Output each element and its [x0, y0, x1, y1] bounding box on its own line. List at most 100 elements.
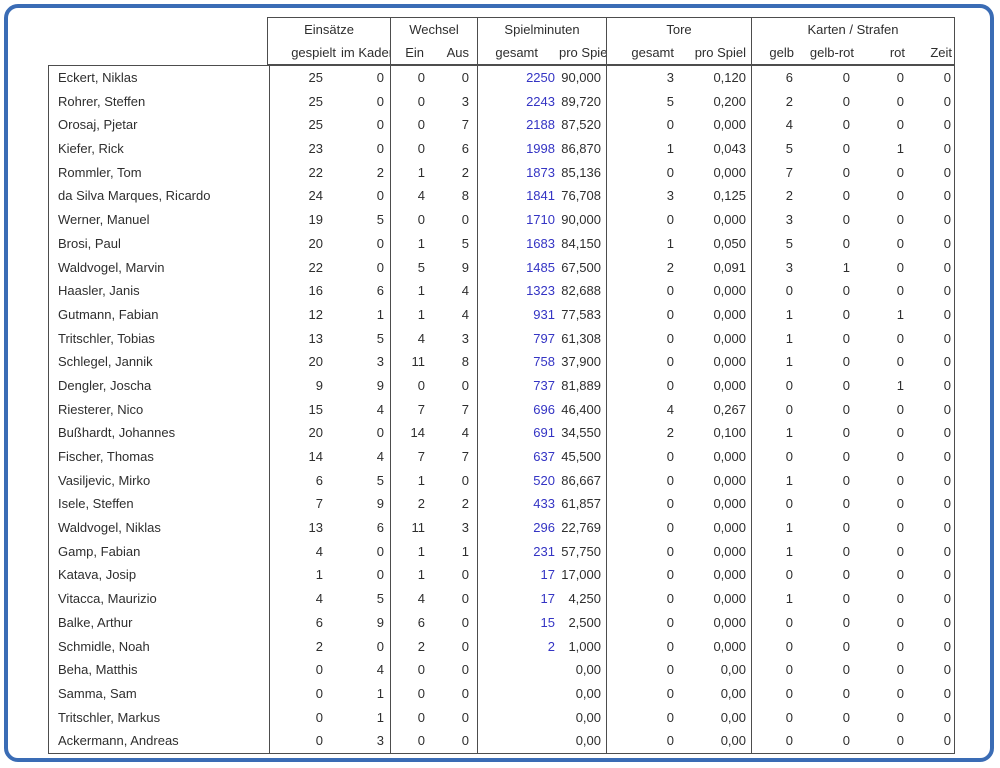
rot-cell: 0 — [856, 208, 909, 232]
im-kader-cell: 5 — [341, 469, 390, 493]
zeit-cell: 0 — [909, 540, 954, 564]
gelb-cell: 1 — [751, 540, 798, 564]
minuten-gesamt-cell: 1841 — [477, 184, 559, 208]
gelb-rot-cell: 0 — [798, 682, 856, 706]
gespielt-cell: 14 — [269, 445, 341, 469]
rot-cell: 0 — [856, 587, 909, 611]
gelb-cell: 0 — [751, 611, 798, 635]
gelb-cell: 5 — [751, 137, 798, 161]
header-group-spielminuten: Spielminuten gesamt pro Spiel — [477, 18, 606, 64]
minuten-gesamt-cell: 2 — [477, 635, 559, 659]
table-row: Gamp, Fabian401123157,75000,0001000 — [49, 540, 954, 564]
gelb-cell: 1 — [751, 303, 798, 327]
minuten-gesamt-cell: 17 — [477, 587, 559, 611]
aus-cell: 0 — [428, 469, 477, 493]
tore-gesamt-cell: 2 — [606, 256, 679, 280]
player-name-cell: Gutmann, Fabian — [49, 303, 269, 327]
zeit-cell: 0 — [909, 516, 954, 540]
tore-pro-spiel-cell: 0,000 — [679, 516, 751, 540]
ein-cell: 4 — [390, 327, 428, 351]
aus-cell: 7 — [428, 445, 477, 469]
tore-pro-spiel-cell: 0,000 — [679, 492, 751, 516]
table-row: da Silva Marques, Ricardo24048184176,708… — [49, 184, 954, 208]
aus-cell: 8 — [428, 350, 477, 374]
rot-cell: 0 — [856, 398, 909, 422]
zeit-cell: 0 — [909, 137, 954, 161]
ein-cell: 0 — [390, 113, 428, 137]
tore-pro-spiel-cell: 0,00 — [679, 706, 751, 730]
ein-cell: 11 — [390, 350, 428, 374]
zeit-cell: 0 — [909, 469, 954, 493]
zeit-cell: 0 — [909, 492, 954, 516]
gelb-cell: 1 — [751, 469, 798, 493]
gespielt-cell: 0 — [269, 658, 341, 682]
zeit-cell: 0 — [909, 658, 954, 682]
tore-pro-spiel-cell: 0,000 — [679, 327, 751, 351]
player-table: Eckert, Niklas25000225090,00030,1206000R… — [48, 65, 955, 754]
tore-pro-spiel-cell: 0,000 — [679, 587, 751, 611]
tore-gesamt-cell: 5 — [606, 90, 679, 114]
table-row: Samma, Sam01000,0000,000000 — [49, 682, 954, 706]
tore-gesamt-cell: 0 — [606, 374, 679, 398]
im-kader-cell: 0 — [341, 256, 390, 280]
gelb-rot-cell: 0 — [798, 303, 856, 327]
minuten-pro-spiel-cell: 90,000 — [559, 66, 606, 90]
zeit-cell: 0 — [909, 445, 954, 469]
gelb-cell: 0 — [751, 729, 798, 753]
zeit-cell: 0 — [909, 161, 954, 185]
aus-cell: 3 — [428, 90, 477, 114]
gelb-cell: 1 — [751, 350, 798, 374]
gespielt-cell: 1 — [269, 563, 341, 587]
tore-gesamt-cell: 0 — [606, 706, 679, 730]
tore-pro-spiel-cell: 0,000 — [679, 635, 751, 659]
minuten-pro-spiel-cell: 90,000 — [559, 208, 606, 232]
column-header-minuten-gesamt: gesamt — [478, 41, 559, 64]
aus-cell: 4 — [428, 279, 477, 303]
tore-pro-spiel-cell: 0,000 — [679, 350, 751, 374]
rot-cell: 0 — [856, 706, 909, 730]
minuten-gesamt-cell: 691 — [477, 421, 559, 445]
tore-pro-spiel-cell: 0,000 — [679, 161, 751, 185]
player-name-cell: Balke, Arthur — [49, 611, 269, 635]
minuten-gesamt-cell: 1873 — [477, 161, 559, 185]
tore-gesamt-cell: 0 — [606, 563, 679, 587]
tore-pro-spiel-cell: 0,00 — [679, 729, 751, 753]
player-name-cell: Eckert, Niklas — [49, 66, 269, 90]
group-label-einsaetze: Einsätze — [268, 18, 390, 41]
im-kader-cell: 5 — [341, 208, 390, 232]
aus-cell: 6 — [428, 137, 477, 161]
tore-pro-spiel-cell: 0,000 — [679, 611, 751, 635]
gespielt-cell: 12 — [269, 303, 341, 327]
rot-cell: 0 — [856, 611, 909, 635]
column-header-aus: Aus — [428, 41, 477, 64]
zeit-cell: 0 — [909, 421, 954, 445]
gelb-rot-cell: 0 — [798, 445, 856, 469]
im-kader-cell: 4 — [341, 398, 390, 422]
subheader-row: gesamt pro Spiel — [607, 41, 751, 64]
player-name-cell: da Silva Marques, Ricardo — [49, 184, 269, 208]
minuten-pro-spiel-cell: 61,857 — [559, 492, 606, 516]
zeit-cell: 0 — [909, 303, 954, 327]
im-kader-cell: 0 — [341, 90, 390, 114]
zeit-cell: 0 — [909, 350, 954, 374]
table-row: Katava, Josip10101717,00000,0000000 — [49, 563, 954, 587]
zeit-cell: 0 — [909, 611, 954, 635]
rot-cell: 0 — [856, 516, 909, 540]
gelb-rot-cell: 0 — [798, 137, 856, 161]
im-kader-cell: 0 — [341, 232, 390, 256]
aus-cell: 0 — [428, 706, 477, 730]
ein-cell: 0 — [390, 729, 428, 753]
gespielt-cell: 15 — [269, 398, 341, 422]
gespielt-cell: 16 — [269, 279, 341, 303]
ein-cell: 2 — [390, 635, 428, 659]
table-row: Beha, Matthis04000,0000,000000 — [49, 658, 954, 682]
gespielt-cell: 6 — [269, 611, 341, 635]
rot-cell: 0 — [856, 66, 909, 90]
gelb-rot-cell: 0 — [798, 184, 856, 208]
aus-cell: 4 — [428, 421, 477, 445]
tore-gesamt-cell: 0 — [606, 729, 679, 753]
im-kader-cell: 9 — [341, 492, 390, 516]
minuten-gesamt-cell: 737 — [477, 374, 559, 398]
gespielt-cell: 7 — [269, 492, 341, 516]
minuten-pro-spiel-cell: 0,00 — [559, 729, 606, 753]
